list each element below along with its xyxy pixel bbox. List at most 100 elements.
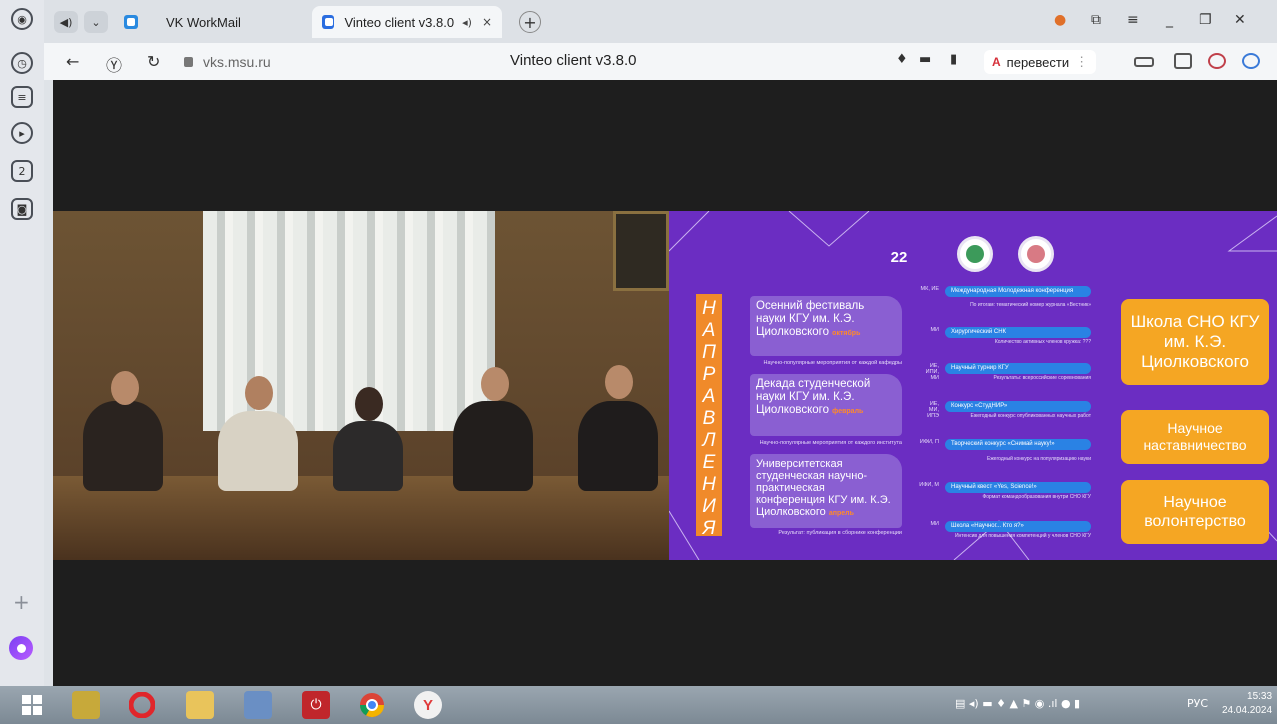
battery-extension-icon[interactable] (1134, 57, 1154, 67)
translate-icon: A (992, 55, 1001, 69)
activity-title: Конкурс «СтудНИР» (945, 401, 1091, 412)
extension-icon[interactable] (1174, 53, 1192, 69)
activity-note: По итогам: тематический номер журнала «В… (970, 302, 1091, 308)
play-icon[interactable]: ▸ (11, 122, 33, 144)
vertical-letter: А (702, 386, 716, 407)
restore-icon[interactable]: ❐ (1199, 12, 1212, 28)
calculator-icon[interactable] (244, 691, 272, 719)
activity-note: Результаты: всероссийские соревнования (993, 375, 1091, 381)
address-bar: ← Ⓨ ↻ vks.msu.ru Vinteo client v3.8.0 ♦ … (44, 43, 1277, 80)
conference-view: Н А П Р А В Л Е Н И Я Осенний фестиваль … (53, 80, 1277, 686)
vertical-letter: Р (702, 364, 716, 385)
vertical-title-directions: Н А П Р А В Л Е Н И Я (696, 294, 722, 539)
activity-abbr: ИФИ, П (919, 439, 939, 445)
activity-abbr: ИЕ, ИПИ, МИ (925, 363, 939, 381)
close-window-icon[interactable]: ✕ (1234, 12, 1246, 28)
vertical-letter: П (702, 342, 716, 363)
bookmarks-menu-icon[interactable]: ⧉ (1091, 12, 1101, 28)
participant (453, 401, 533, 491)
system-clock[interactable]: 15:33 24.04.2024 (1222, 690, 1272, 718)
tab-label: Vinteo client v3.8.0 (344, 14, 455, 30)
minimize-icon[interactable]: _ (1166, 12, 1173, 28)
chrome-icon[interactable] (358, 691, 386, 719)
vertical-letter: Н (702, 298, 716, 319)
lock-icon (184, 57, 193, 67)
activity-title: Научный турнир КГУ (945, 363, 1091, 374)
vertical-letter: И (702, 496, 716, 517)
reader-icon[interactable]: ▬ (919, 52, 931, 67)
screenshot-icon[interactable]: ◙ (11, 198, 33, 220)
file-explorer-icon[interactable] (186, 691, 214, 719)
tab-strip: ◀) ⌄ VK WorkMail Vinteo client v3.8.0 ◂)… (44, 0, 1277, 43)
alice-assistant-icon[interactable] (9, 636, 33, 660)
sound-icon[interactable]: ◀) (54, 11, 78, 33)
tab-vinteo-client[interactable]: Vinteo client v3.8.0 ◂) × (312, 6, 502, 38)
vertical-letter: Я (702, 518, 716, 539)
browser-sidebar: ◉ ◷ ≡ ▸ 2 ◙ + (0, 0, 44, 686)
back-icon[interactable]: ← (66, 52, 79, 71)
adblock-extension-icon[interactable] (1208, 53, 1226, 69)
activity-note: Количество активных членов кружка: ??? (994, 339, 1091, 345)
activity-abbr: МИ (930, 521, 939, 527)
tray-icons[interactable]: ▤ ◂) ▬ ♦ ▲ ⚑ ◉ .ıl ● ▮ (955, 697, 1080, 710)
tab-close-icon[interactable]: × (482, 15, 492, 29)
menu-icon[interactable]: ≡ (1127, 12, 1139, 28)
tab-count-icon[interactable]: 2 (11, 160, 33, 182)
activity-title: Международная Молодежная конференция (945, 286, 1091, 297)
new-tab-button[interactable]: + (519, 11, 541, 33)
event-note: Результат: публикация в сборнике конфере… (778, 530, 902, 536)
participant-head (355, 387, 383, 421)
mentorship-box: Научное наставничество (1121, 410, 1269, 464)
yandex-icon[interactable]: Ⓨ (106, 52, 122, 76)
tab-audio-icon[interactable]: ◂) (462, 16, 472, 29)
participant-head (605, 365, 633, 399)
collections-icon[interactable]: ≡ (11, 86, 33, 108)
volunteering-box: Научное волонтерство (1121, 480, 1269, 544)
start-button[interactable] (18, 691, 46, 719)
vertical-letter: Л (702, 430, 716, 451)
camera-video-feed[interactable] (53, 211, 669, 560)
presentation-slide[interactable]: Н А П Р А В Л Е Н И Я Осенний фестиваль … (669, 211, 1277, 560)
vertical-letter: А (702, 320, 716, 341)
translate-button[interactable]: A перевести ⋮ (984, 50, 1097, 74)
tools-app-icon[interactable] (72, 691, 100, 719)
event-month: февраль (832, 408, 864, 415)
university-seal-logo (957, 236, 993, 272)
profile-icon[interactable]: ◉ (11, 8, 33, 30)
language-indicator[interactable]: РУС (1187, 697, 1208, 710)
translate-more-icon[interactable]: ⋮ (1075, 54, 1088, 70)
taskbar: ⏻ Y ▤ ◂) ▬ ♦ ▲ ⚑ ◉ .ıl ● ▮ РУС 15:33 24.… (0, 686, 1277, 724)
screen: ◉ ◷ ≡ ▸ 2 ◙ + ◀) ⌄ VK WorkMail Vinteo cl… (0, 0, 1277, 724)
clock-date: 24.04.2024 (1222, 705, 1273, 716)
participant-head (111, 371, 139, 405)
activity-title: Творческий конкурс «Снимай науку!» (945, 439, 1091, 450)
reload-icon[interactable]: ↻ (147, 52, 160, 71)
tab-vk-workmail[interactable]: VK WorkMail (124, 6, 241, 38)
activity-note: Формат командообразования внутри СНО КГУ (982, 494, 1091, 500)
bookmark-icon[interactable]: ▮ (950, 52, 957, 67)
url-domain: vks.msu.ru (203, 54, 271, 70)
tab-tools: ◀) ⌄ (54, 11, 108, 33)
downloads-icon[interactable] (1242, 53, 1260, 69)
microphone-icon[interactable]: ♦ (896, 52, 908, 67)
activity-abbr: ИЕ, МИ, ИПЭ (927, 401, 939, 419)
power-app-icon[interactable]: ⏻ (302, 691, 330, 719)
tabs-dropdown-icon[interactable]: ⌄ (84, 11, 108, 33)
clock-time: 15:33 (1247, 691, 1273, 702)
participant (578, 401, 658, 491)
add-panel-icon[interactable]: + (13, 590, 30, 614)
url-field[interactable]: vks.msu.ru (184, 51, 271, 73)
activity-title: Школа «Научног... Кто я?» (945, 521, 1091, 532)
vertical-letter: Н (702, 474, 716, 495)
windows-logo-icon (22, 695, 42, 715)
opera-icon[interactable] (128, 691, 156, 719)
yandex-protect-icon[interactable]: ● (1054, 12, 1066, 28)
participant (218, 411, 298, 491)
event-note: Научно-популярные мероприятия от каждого… (759, 440, 902, 446)
yandex-browser-icon[interactable]: Y (414, 691, 442, 719)
vertical-letter: В (702, 408, 716, 429)
participant-head (481, 367, 509, 401)
history-icon[interactable]: ◷ (11, 52, 33, 74)
participant (83, 401, 163, 491)
activity-title: Хирургический СНК (945, 327, 1091, 338)
